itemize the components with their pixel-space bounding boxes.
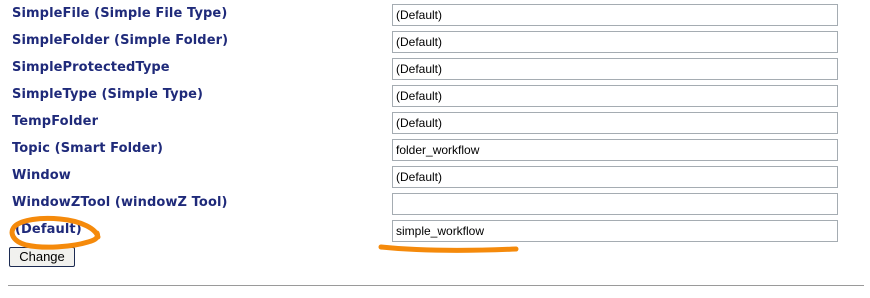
type-row-simplefile: SimpleFile (Simple File Type) [0,0,870,27]
workflow-input-window[interactable] [392,166,838,188]
workflow-input-tempfolder[interactable] [392,112,838,134]
type-label: Window [12,168,71,183]
type-label: SimpleFile (Simple File Type) [12,6,228,21]
type-row-tempfolder: TempFolder [0,108,870,135]
type-label: SimpleProtectedType [12,60,170,75]
workflow-input-topic[interactable] [392,139,838,161]
type-label: SimpleFolder (Simple Folder) [12,33,229,48]
type-label: TempFolder [12,114,99,129]
workflow-input-default[interactable] [392,220,838,242]
workflow-input-simpletype[interactable] [392,85,838,107]
type-label: (Default) [15,222,82,237]
type-row-windowztool: WindowZTool (windowZ Tool) [0,189,870,216]
type-label: Topic (Smart Folder) [12,141,164,156]
workflow-input-simpleprotectedtype[interactable] [392,58,838,80]
workflow-input-simplefolder[interactable] [392,31,838,53]
type-row-simpleprotectedtype: SimpleProtectedType [0,54,870,81]
workflow-policy-form: SimpleFile (Simple File Type) SimpleFold… [0,0,870,298]
type-row-simpletype: SimpleType (Simple Type) [0,81,870,108]
workflow-input-simplefile[interactable] [392,4,838,26]
type-row-default: (Default) [0,216,870,243]
type-label: WindowZTool (windowZ Tool) [12,195,228,210]
type-row-simplefolder: SimpleFolder (Simple Folder) [0,27,870,54]
type-label: SimpleType (Simple Type) [12,87,204,102]
type-row-topic: Topic (Smart Folder) [0,135,870,162]
change-button[interactable]: Change [9,247,75,267]
divider [8,285,864,286]
workflow-input-windowztool[interactable] [392,193,838,215]
annotation-underline-stroke [378,244,519,253]
type-row-window: Window [0,162,870,189]
